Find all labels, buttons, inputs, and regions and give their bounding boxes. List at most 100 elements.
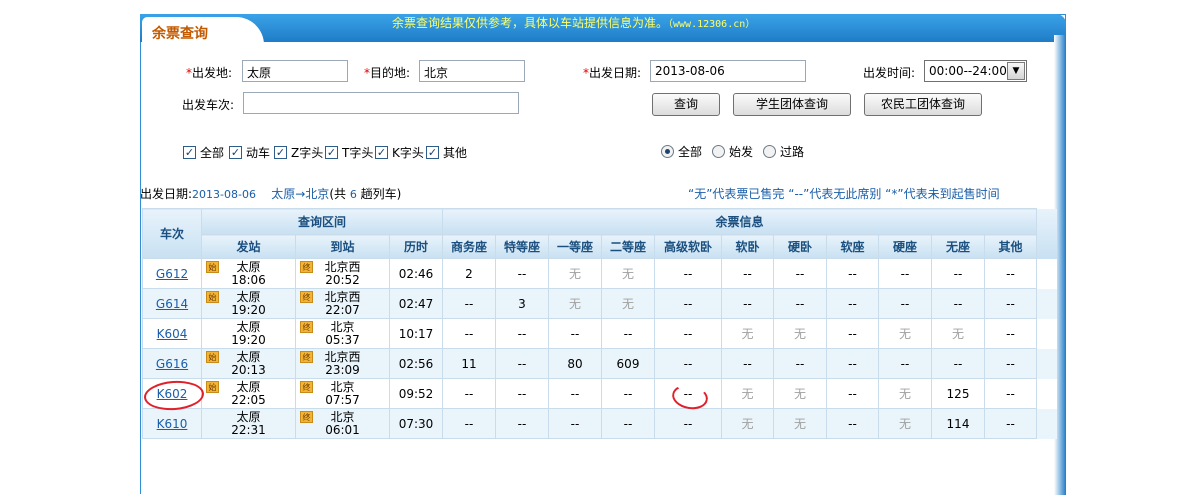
filter-label: T字头: [342, 146, 374, 160]
train-code-link[interactable]: G614: [156, 297, 188, 311]
station-type-origin[interactable]: 始发: [712, 143, 753, 160]
panel-header: 余票查询结果仅供参考，具体以车站提供信息为准。（www.12306.cn）: [140, 14, 1066, 42]
table-row: K604 太原 19:20 终北京 05:37 10:17 -- -- -- -- -- 无无 -- 无无…: [142, 318, 1057, 349]
to-label: *目的地:: [364, 64, 410, 81]
seat-cell: 无: [548, 288, 602, 319]
filter-z[interactable]: ✓ Z字头: [274, 144, 323, 161]
row-tail: [1036, 318, 1057, 349]
seat-cell: 无: [601, 288, 655, 319]
radio-icon[interactable]: [712, 145, 725, 158]
seat-cell: 无: [773, 318, 827, 349]
depart-time: 22:05: [231, 392, 266, 407]
seat-cell: --: [826, 318, 879, 349]
filter-other[interactable]: ✓ 其他: [426, 144, 467, 161]
arrive-time: 22:07: [325, 302, 360, 317]
seat-cell: 无: [878, 318, 932, 349]
arrive-cell: 终北京西 20:52: [295, 258, 390, 289]
terminal-badge-icon: 终: [300, 381, 313, 393]
seat-cell: --: [442, 288, 496, 319]
filter-label: 动车: [246, 146, 271, 160]
checkbox-checked-icon[interactable]: ✓: [229, 146, 242, 159]
radio-label: 全部: [678, 145, 703, 159]
radio-icon[interactable]: [763, 145, 776, 158]
train-number-input[interactable]: [243, 92, 519, 114]
row-tail: [1036, 408, 1057, 439]
query-button[interactable]: 查询: [652, 93, 720, 116]
to-station-input[interactable]: 北京: [419, 60, 525, 82]
seat-cell: 无: [721, 378, 774, 409]
from-station-input[interactable]: 太原: [242, 60, 348, 82]
summary-count: 6: [349, 188, 357, 201]
seat-col-header: 硬卧: [773, 234, 827, 259]
summary-count-suffix: 趟列车): [360, 187, 402, 201]
station-type-all[interactable]: 全部: [661, 143, 702, 160]
summary-route: 太原→北京: [271, 187, 330, 201]
filter-t[interactable]: ✓ T字头: [325, 144, 373, 161]
seat-cell: --: [654, 288, 722, 319]
seat-cell: 609: [601, 348, 655, 379]
table-row: K610 太原 22:31 终北京 06:01 07:30 -- -- -- -- -- 无无 -- 无 1…: [142, 408, 1057, 439]
train-code-link[interactable]: G612: [156, 267, 188, 281]
group-tickets-header: 余票信息: [442, 208, 1037, 235]
train-code-link[interactable]: K604: [157, 327, 188, 341]
seat-cell: --: [878, 258, 932, 289]
seat-col-header: 二等座: [601, 234, 655, 259]
radio-label: 过路: [780, 145, 805, 159]
seat-cell: --: [654, 318, 722, 349]
filter-label: 其他: [443, 146, 468, 160]
train-code-link[interactable]: K610: [157, 417, 188, 431]
group-range-header: 查询区间: [201, 208, 443, 235]
student-group-query-button[interactable]: 学生团体查询: [733, 93, 851, 116]
seat-cell: --: [984, 408, 1037, 439]
depart-cell: 始太原 18:06: [201, 258, 296, 289]
seat-cell: --: [442, 318, 496, 349]
filter-emu[interactable]: ✓ 动车: [229, 144, 270, 161]
arrive-time: 05:37: [325, 332, 360, 347]
seat-cell: 无: [773, 378, 827, 409]
row-tail: [1036, 258, 1057, 289]
filter-label: Z字头: [291, 146, 324, 160]
depart-cell: 太原 22:31: [201, 408, 296, 439]
filter-k[interactable]: ✓ K字头: [375, 144, 424, 161]
train-code-link[interactable]: G616: [156, 357, 188, 371]
radio-selected-icon[interactable]: [661, 145, 674, 158]
filter-label: K字头: [392, 146, 424, 160]
checkbox-checked-icon[interactable]: ✓: [426, 146, 439, 159]
seat-cell: --: [654, 348, 722, 379]
checkbox-checked-icon[interactable]: ✓: [183, 146, 196, 159]
tab-ticket-query[interactable]: 余票查询: [142, 17, 264, 45]
seat-cell: 11: [442, 348, 496, 379]
time-select[interactable]: 00:00--24:00 ▼: [924, 60, 1027, 82]
origin-badge-icon: 始: [206, 351, 219, 363]
duration-cell: 02:56: [389, 348, 443, 379]
filter-all[interactable]: ✓ 全部: [183, 144, 224, 161]
summary-date-label: 出发日期:: [140, 187, 193, 201]
date-input[interactable]: 2013-08-06: [650, 60, 806, 82]
origin-badge-icon: 始: [206, 381, 219, 393]
station-type-passing[interactable]: 过路: [763, 143, 804, 160]
seat-cell: --: [495, 408, 549, 439]
depart-time: 18:06: [231, 272, 266, 287]
arrive-cell: 终北京 05:37: [295, 318, 390, 349]
seat-cell: --: [931, 288, 985, 319]
row-tail: [1036, 288, 1057, 319]
train-code-cell: K604: [142, 318, 202, 349]
seat-cell: 无: [548, 258, 602, 289]
seat-cell: --: [878, 348, 932, 379]
filter-label: 全部: [200, 146, 225, 160]
checkbox-checked-icon[interactable]: ✓: [325, 146, 338, 159]
col-depart-header: 发站: [201, 234, 296, 259]
checkbox-checked-icon[interactable]: ✓: [274, 146, 287, 159]
from-label: *出发地:: [186, 64, 232, 81]
checkbox-checked-icon[interactable]: ✓: [375, 146, 388, 159]
train-code-cell: G616: [142, 348, 202, 379]
seat-cell: --: [601, 408, 655, 439]
seat-col-header: 高级软卧: [654, 234, 722, 259]
seat-cell: --: [721, 348, 774, 379]
chevron-down-icon[interactable]: ▼: [1007, 62, 1025, 80]
header-tail: [1036, 208, 1057, 259]
seat-cell: --: [773, 288, 827, 319]
depart-time: 22:31: [231, 422, 266, 437]
legend-text: “无”代表票已售完 “--”代表无此席别 “*”代表未到起售时间: [688, 187, 1000, 201]
worker-group-query-button[interactable]: 农民工团体查询: [864, 93, 982, 116]
